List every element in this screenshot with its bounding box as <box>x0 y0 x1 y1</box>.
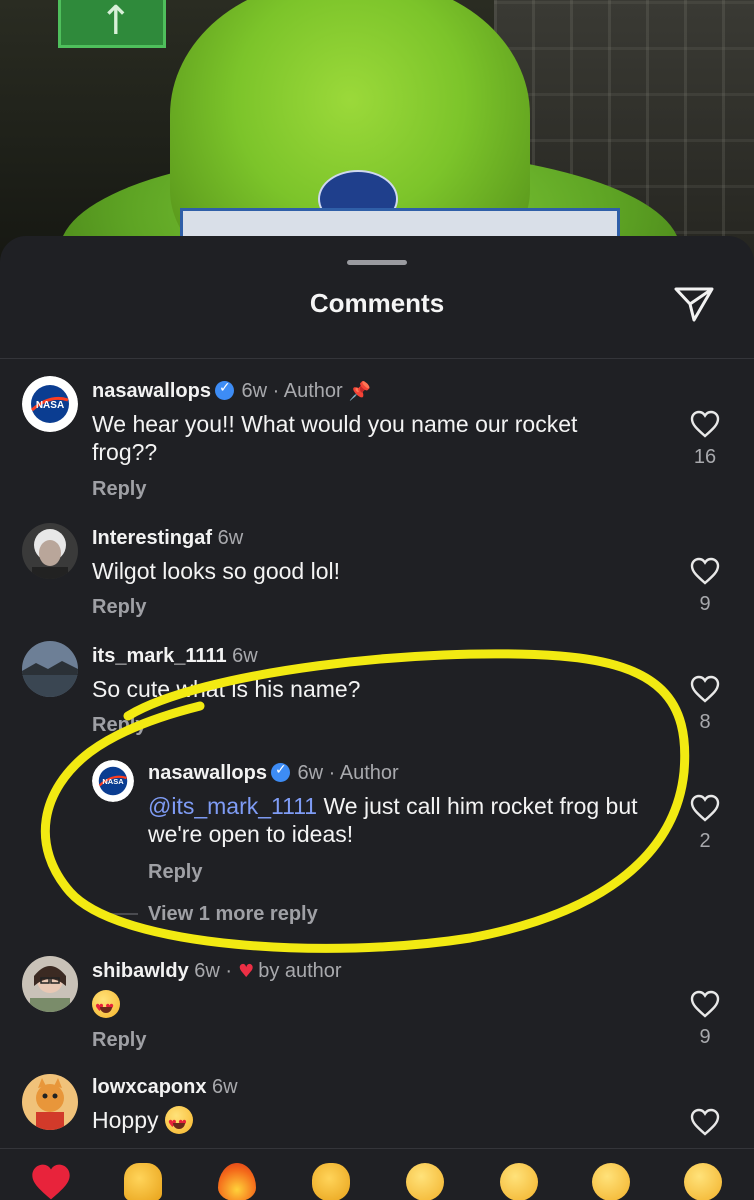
heart-eyes-emoji-icon <box>164 1106 193 1139</box>
heart-outline-icon <box>690 675 720 703</box>
comment-text <box>92 990 632 1023</box>
author-tag: · Author <box>272 380 343 402</box>
verified-badge-icon <box>214 380 234 400</box>
mention-link[interactable]: @its_mark_1111 <box>148 793 317 819</box>
comment-username[interactable]: nasawallops <box>148 762 267 784</box>
avatar-its-mark-1111[interactable] <box>22 641 78 697</box>
reaction-heart-eyes-icon[interactable] <box>494 1163 544 1200</box>
comments-sheet: Comments NASA nasawallops 6w · Author📌 W… <box>0 236 754 1200</box>
heart-outline-icon <box>690 794 720 822</box>
view-more-line <box>94 913 138 915</box>
comment-text: Wilgot looks so good lol! <box>92 558 341 584</box>
svg-text:NASA: NASA <box>102 777 124 786</box>
comment-username[interactable]: shibawldy <box>92 960 189 982</box>
author-tag: · Author <box>328 762 399 784</box>
verified-badge-icon <box>270 762 290 782</box>
reaction-fire-icon[interactable] <box>212 1163 262 1200</box>
comment-time: 6w <box>241 380 268 402</box>
reaction-laughing-face-icon[interactable] <box>678 1163 728 1200</box>
like-count: 9 <box>699 593 711 615</box>
heart-outline-icon <box>690 1108 720 1136</box>
comment-text: Hoppy <box>92 1106 632 1139</box>
reply-button[interactable]: Reply <box>92 714 146 737</box>
heart-outline-icon <box>690 990 720 1018</box>
comment-username[interactable]: nasawallops <box>92 380 211 402</box>
sheet-grabber-handle[interactable] <box>347 260 407 265</box>
like-button[interactable] <box>688 1108 722 1136</box>
reaction-clap-icon[interactable] <box>306 1163 356 1200</box>
reply-button[interactable]: Reply <box>92 1029 146 1052</box>
avatar-lowxcaponx[interactable] <box>22 1074 78 1130</box>
svg-text:NASA: NASA <box>36 400 64 411</box>
comment-time: 6w <box>217 527 244 549</box>
like-count: 8 <box>699 711 711 733</box>
view-more-replies-button[interactable]: View 1 more reply <box>148 903 318 926</box>
liked-by-author-label: by author <box>258 960 342 982</box>
reaction-crying-face-icon[interactable] <box>400 1163 450 1200</box>
like-count: 9 <box>699 1026 711 1048</box>
avatar-interestingaf[interactable] <box>22 523 78 579</box>
like-button[interactable]: 2 <box>688 794 722 853</box>
comment-time: 6w <box>232 645 258 667</box>
reply-button[interactable]: Reply <box>92 478 146 501</box>
comment-username[interactable]: its_mark_1111 <box>92 645 227 667</box>
sheet-title: Comments <box>309 288 445 318</box>
reaction-surprised-face-icon[interactable] <box>586 1163 636 1200</box>
reaction-raised-hands-icon[interactable] <box>118 1163 168 1200</box>
heart-eyes-emoji-icon <box>92 990 120 1023</box>
like-button[interactable]: 9 <box>688 557 722 616</box>
pin-icon: 📌 <box>348 381 372 402</box>
like-button[interactable]: 9 <box>688 990 722 1049</box>
avatar-nasawallops[interactable]: NASA <box>22 376 78 432</box>
reply-button[interactable]: Reply <box>92 596 146 619</box>
avatar-shibawldy[interactable] <box>22 956 78 1012</box>
heart-filled-icon: ♥ <box>238 961 255 982</box>
like-count: 2 <box>699 830 711 852</box>
exit-sign <box>58 0 166 48</box>
heart-outline-icon <box>690 557 720 585</box>
comment-username[interactable]: lowxcaponx <box>92 1076 206 1098</box>
comment-time: 6w <box>194 960 220 982</box>
comment-time: 6w <box>297 762 324 784</box>
reply-button[interactable]: Reply <box>148 861 202 884</box>
like-count: 16 <box>693 446 717 468</box>
emoji-reaction-bar <box>0 1148 754 1200</box>
like-button[interactable]: 8 <box>688 675 722 734</box>
comment-text: We hear you!! What would you name our ro… <box>92 411 578 465</box>
avatar-nasawallops[interactable]: NASA <box>92 760 134 802</box>
header-divider <box>0 358 754 359</box>
share-icon[interactable] <box>672 284 716 324</box>
comment-text: @its_mark_1111 We just call him rocket f… <box>148 792 648 848</box>
comment-username[interactable]: Interestingaf <box>92 527 212 549</box>
reaction-heart-icon[interactable] <box>26 1163 76 1200</box>
comment-time: 6w <box>212 1076 238 1098</box>
comment-text: So cute what is his name? <box>92 676 361 702</box>
heart-outline-icon <box>690 410 720 438</box>
comment-text-content: Hoppy <box>92 1107 159 1133</box>
like-button[interactable]: 16 <box>688 410 722 469</box>
